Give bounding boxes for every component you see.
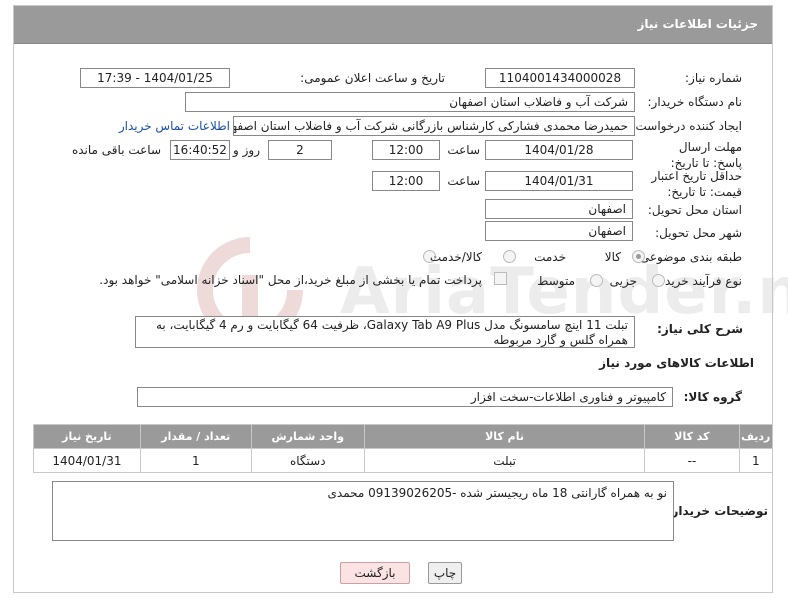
need-number-field: 1104001434000028: [485, 68, 635, 88]
cell-row: 1: [738, 448, 774, 473]
col-row: ردیف: [738, 424, 774, 449]
goods-info-title: اطلاعات کالاهای مورد نیاز: [599, 356, 754, 370]
print-button[interactable]: چاپ: [428, 562, 462, 584]
price-validity-time-label: ساعت: [447, 174, 480, 188]
purchase-radio-minor[interactable]: [652, 274, 665, 287]
general-desc-label: شرح کلی نیاز:: [657, 322, 743, 336]
announce-label: تاریخ و ساعت اعلان عمومی:: [300, 71, 445, 85]
back-button[interactable]: بازگشت: [340, 562, 410, 584]
buyer-org-label: نام دستگاه خریدار:: [647, 95, 743, 109]
panel-title: جزئیات اطلاعات نیاز: [637, 17, 758, 31]
remaining-time-field: 16:40:52: [170, 140, 230, 160]
goods-group-label: گروه کالا:: [683, 390, 742, 404]
deadline-days-field: 2: [268, 140, 332, 160]
purchase-option-minor: جزیی: [609, 274, 637, 288]
buyer-contact-link[interactable]: اطلاعات تماس خریدار: [119, 119, 230, 133]
buyer-notes-label: توضیحات خریدار:: [666, 504, 768, 518]
purchase-radio-medium[interactable]: [590, 274, 603, 287]
panel-header: جزئیات اطلاعات نیاز: [14, 6, 772, 44]
table-row: 1 -- تبلت دستگاه 1 1404/01/31: [33, 448, 774, 473]
goods-group-field: کامپیوتر و فناوری اطلاعات-سخت افزار: [137, 387, 673, 407]
price-validity-time-field: 12:00: [372, 171, 440, 191]
cell-name: تبلت: [363, 448, 646, 473]
cell-need-date: 1404/01/31: [33, 448, 141, 473]
cell-unit: دستگاه: [250, 448, 365, 473]
remaining-time-label: ساعت باقی مانده: [71, 143, 161, 157]
price-validity-date-field: 1404/01/31: [485, 171, 633, 191]
buyer-org-field: شرکت آب و فاضلاب استان اصفهان: [185, 92, 635, 112]
category-option-service: خدمت: [534, 250, 566, 264]
general-desc-field: تبلت 11 اینچ سامسونگ مدل Galaxy Tab A9 P…: [135, 316, 635, 348]
cell-code: --: [644, 448, 740, 473]
treasury-payment-checkbox[interactable]: [494, 272, 507, 285]
delivery-city-label: شهر محل تحویل:: [655, 226, 742, 240]
col-code: کد کالا: [644, 424, 740, 449]
category-radio-service[interactable]: [503, 250, 516, 263]
creator-field: حمیدرضا محمدی فشارکی کارشناس بازرگانی شر…: [233, 116, 635, 136]
deadline-label: مهلت ارسال پاسخ: تا تاریخ:: [670, 140, 742, 170]
deadline-days-label: روز و: [233, 143, 260, 157]
deadline-time-label: ساعت: [447, 143, 480, 157]
buyer-notes-field: نو به همراه گارانتی 18 ماه ریجیستر شده -…: [52, 481, 674, 541]
category-option-goods: کالا: [604, 250, 621, 264]
delivery-province-field: اصفهان: [485, 199, 633, 219]
delivery-city-field: اصفهان: [485, 221, 633, 241]
category-label: طبقه بندی موضوعی:: [635, 250, 742, 264]
purchase-type-label: نوع فرآیند خرید :: [657, 274, 742, 288]
delivery-province-label: استان محل تحویل:: [647, 203, 742, 217]
treasury-payment-note: پرداخت تمام یا بخشی از مبلغ خرید،از محل …: [99, 273, 482, 287]
cell-quantity: 1: [139, 448, 252, 473]
col-need-date: تاریخ نیاز: [33, 424, 141, 449]
price-validity-label: حداقل تاریخ اعتبار قیمت: تا تاریخ:: [651, 169, 742, 199]
goods-table-header: ردیف کد کالا نام کالا واحد شمارش تعداد /…: [33, 424, 774, 449]
deadline-time-field: 12:00: [372, 140, 440, 160]
col-unit: واحد شمارش: [250, 424, 365, 449]
col-quantity: تعداد / مقدار: [139, 424, 252, 449]
deadline-date-field: 1404/01/28: [485, 140, 633, 160]
creator-label: ایجاد کننده درخواست:: [631, 119, 742, 133]
purchase-option-medium: متوسط: [537, 274, 575, 288]
need-number-label: شماره نیاز:: [685, 71, 742, 85]
category-option-goods-service: کالا/خدمت: [429, 250, 482, 264]
col-name: نام کالا: [363, 424, 646, 449]
announce-field: 1404/01/25 - 17:39: [80, 68, 230, 88]
goods-table: ردیف کد کالا نام کالا واحد شمارش تعداد /…: [33, 424, 774, 473]
category-radio-goods[interactable]: [632, 250, 645, 263]
